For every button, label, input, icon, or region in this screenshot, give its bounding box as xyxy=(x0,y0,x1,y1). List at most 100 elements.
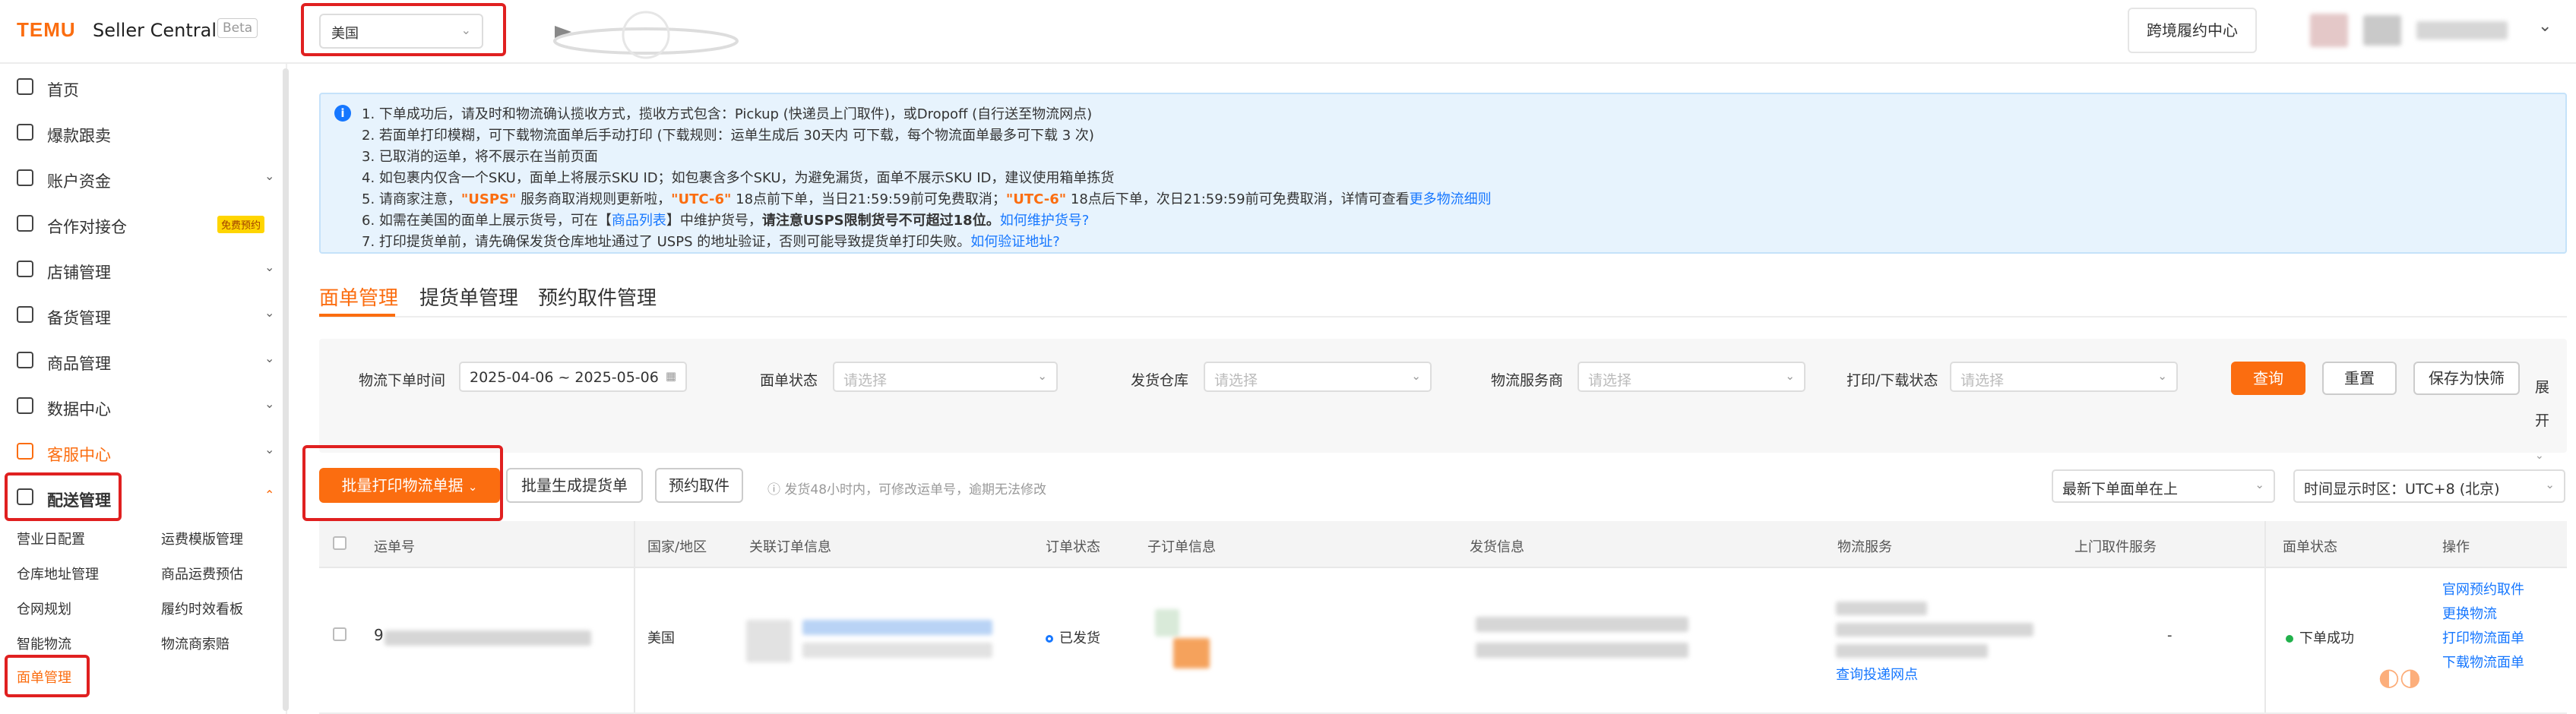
how-to-maintain-sku-link[interactable]: 如何维护货号? xyxy=(1000,213,1090,229)
sub-item-warehouse-network[interactable]: 仓网规划 xyxy=(17,599,71,618)
official-pickup-booking-link[interactable]: 官网预约取件 xyxy=(2442,579,2524,599)
chevron-down-icon: ⌄ xyxy=(460,23,471,37)
sub-item-business-day[interactable]: 营业日配置 xyxy=(17,529,85,548)
batch-print-label: 批量打印物流单据 xyxy=(341,476,464,494)
query-delivery-point-link[interactable]: 查询投递网点 xyxy=(1836,664,1918,684)
success-status-dot xyxy=(2286,635,2293,643)
col-carrier: 物流服务 xyxy=(1837,539,1892,555)
sidebar-item-products[interactable]: 商品管理 ⌄ xyxy=(0,339,281,384)
product-list-link[interactable]: 商品列表 xyxy=(612,213,666,229)
sub-item-freight-template[interactable]: 运费模版管理 xyxy=(161,529,243,548)
tab-label-management[interactable]: 面单管理 xyxy=(319,283,398,311)
sidebar-item-account-funds[interactable]: 账户资金 ⌄ xyxy=(0,156,281,202)
chevron-down-icon: ⌄ xyxy=(1411,369,1421,383)
sidebar-item-delivery[interactable]: 配送管理 ⌃ xyxy=(0,475,281,521)
label-status-select[interactable]: 请选择 ⌄ xyxy=(833,362,1058,392)
filter-panel xyxy=(319,339,2567,453)
book-pickup-button[interactable]: 预约取件 xyxy=(655,468,743,503)
cross-border-center-button[interactable]: 跨境履约中心 xyxy=(2128,8,2257,53)
chevron-down-icon: ⌄ xyxy=(264,442,275,457)
utc-highlight: "UTC-6" xyxy=(671,191,732,207)
order-status-cell: 已发货 xyxy=(1046,627,1100,647)
sub-item-freight-estimate[interactable]: 商品运费预估 xyxy=(161,564,243,583)
sub-item-smart-logistics[interactable]: 智能物流 xyxy=(17,633,71,653)
print-label-link[interactable]: 打印物流面单 xyxy=(2442,627,2524,647)
timezone-value: 时间显示时区：UTC+8 (北京) xyxy=(2304,481,2500,498)
row-checkbox[interactable] xyxy=(333,627,347,641)
sidebar-item-hot-follow[interactable]: 爆款跟卖 xyxy=(0,111,281,156)
timezone-select[interactable]: 时间显示时区：UTC+8 (北京) ⌄ xyxy=(2293,469,2565,503)
chevron-down-icon: ⌄ xyxy=(264,260,275,274)
col-sub-order: 子订单信息 xyxy=(1147,539,1216,555)
save-quick-filter-button[interactable]: 保存为快筛 xyxy=(2413,362,2520,395)
col-pickup-service: 上门取件服务 xyxy=(2074,539,2157,555)
how-to-verify-address-link[interactable]: 如何验证地址? xyxy=(970,234,1060,250)
sidebar-item-data-center[interactable]: 数据中心 ⌄ xyxy=(0,384,281,430)
batch-print-button[interactable]: 批量打印物流单据 ⌄ xyxy=(319,468,500,503)
sidebar-item-partner-warehouse[interactable]: 合作对接仓 免费预约 xyxy=(0,202,281,248)
edit-waybill-hint: ⓘ 发货48小时内，可修改运单号，逾期无法修改 xyxy=(767,482,1047,498)
decorative-planet-icon xyxy=(553,11,739,59)
chevron-down-icon: ⌄ xyxy=(1037,369,1047,383)
chevron-down-icon: ⌄ xyxy=(264,396,275,411)
chevron-down-icon: ⌄ xyxy=(264,351,275,365)
sort-select[interactable]: 最新下单面单在上 ⌄ xyxy=(2052,469,2275,503)
tab-pickup-bill[interactable]: 提货单管理 xyxy=(419,283,518,311)
warehouse-select[interactable]: 请选择 ⌄ xyxy=(1204,362,1432,392)
usps-limit-bold: 请注意USPS限制货号不可超过18位。 xyxy=(761,213,1000,229)
stock-icon xyxy=(17,306,33,323)
cart-icon xyxy=(17,124,33,141)
download-label-link[interactable]: 下载物流面单 xyxy=(2442,652,2524,671)
shipping-info-masked xyxy=(1476,617,1688,632)
sub-item-fulfillment-board[interactable]: 履约时效看板 xyxy=(161,599,243,618)
notice-line-1: 1. 下单成功后，请及时和物流确认揽收方式，揽收方式包含：Pickup (快递员… xyxy=(362,106,1093,122)
sidebar-item-label: 数据中心 xyxy=(47,400,111,419)
sub-item-label-management[interactable]: 面单管理 xyxy=(17,667,71,687)
notice-line-5: 5. 请商家注意，"USPS" 服务商取消规则更新啦，"UTC-6" 18点前下… xyxy=(362,188,1492,208)
chevron-down-icon: ⌄ xyxy=(2545,478,2555,491)
sidebar-item-store[interactable]: 店铺管理 ⌄ xyxy=(0,248,281,293)
sidebar-scrollbar[interactable] xyxy=(283,68,289,711)
notice-line-2: 2. 若面单打印模糊，可下载物流面单后手动打印 (下载规则：运单生成后 30天内… xyxy=(362,128,1094,144)
query-button[interactable]: 查询 xyxy=(2231,362,2305,395)
sub-item-warehouse-address[interactable]: 仓库地址管理 xyxy=(17,564,99,583)
order-time-range-input[interactable]: 2025-04-06 ~ 2025-05-06 ▦ xyxy=(459,362,687,392)
order-time-label: 物流下单时间 xyxy=(359,372,446,389)
notice-line-4: 4. 如包裹内仅含一个SKU，面单上将展示SKU ID；如包裹含多个SKU，为避… xyxy=(362,170,1115,186)
avatar[interactable] xyxy=(2310,14,2348,47)
chevron-down-icon: ⌄ xyxy=(2535,450,2544,462)
print-status-label: 打印/下载状态 xyxy=(1847,372,1938,389)
expand-toggle[interactable]: 展开 ⌄ xyxy=(2535,371,2558,472)
tab-pickup-booking[interactable]: 预约取件管理 xyxy=(538,283,657,311)
warehouse-icon xyxy=(17,215,33,232)
label-status-label: 面单状态 xyxy=(760,372,818,389)
change-logistics-link[interactable]: 更换物流 xyxy=(2442,603,2497,623)
batch-pickup-bill-button[interactable]: 批量生成提货单 xyxy=(506,468,643,503)
sidebar-item-stock[interactable]: 备货管理 ⌄ xyxy=(0,293,281,339)
placeholder-text: 请选择 xyxy=(1960,372,2005,389)
product-icon xyxy=(17,352,33,368)
reset-button[interactable]: 重置 xyxy=(2322,362,2397,395)
notice-line-3: 3. 已取消的运单，将不展示在当前页面 xyxy=(362,149,598,165)
free-booking-badge: 免费预约 xyxy=(217,216,265,233)
more-logistics-rules-link[interactable]: 更多物流细则 xyxy=(1410,191,1492,207)
waybill-number[interactable]: 9 xyxy=(374,626,384,644)
sidebar-item-label: 客服中心 xyxy=(47,446,111,464)
order-link-masked[interactable] xyxy=(802,620,992,635)
sub-order-image-masked[interactable] xyxy=(1155,609,1179,637)
sidebar-item-home[interactable]: 首页 xyxy=(0,65,281,111)
warehouse-label: 发货仓库 xyxy=(1131,372,1189,389)
print-status-select[interactable]: 请选择 ⌄ xyxy=(1950,362,2178,392)
select-all-checkbox[interactable] xyxy=(333,536,347,550)
chevron-down-icon: ⌄ xyxy=(467,480,478,494)
carrier-select[interactable]: 请选择 ⌄ xyxy=(1578,362,1805,392)
sidebar-item-customer-service[interactable]: 客服中心 ⌄ xyxy=(0,430,281,475)
sub-item-carrier-claims[interactable]: 物流商索赔 xyxy=(161,633,229,653)
region-select[interactable]: 美国 ⌄ xyxy=(319,14,483,49)
account-chevron-down-icon[interactable]: ⌄ xyxy=(2538,17,2552,36)
beta-badge: Beta xyxy=(217,18,258,38)
top-bar: TEMU Seller Central Beta 美国 ⌄ 跨境履约中心 ⌄ xyxy=(0,0,2576,64)
sub-order-thumbnail[interactable] xyxy=(1173,638,1210,668)
active-tab-indicator xyxy=(319,314,395,317)
temu-logo[interactable]: TEMU xyxy=(17,18,76,42)
